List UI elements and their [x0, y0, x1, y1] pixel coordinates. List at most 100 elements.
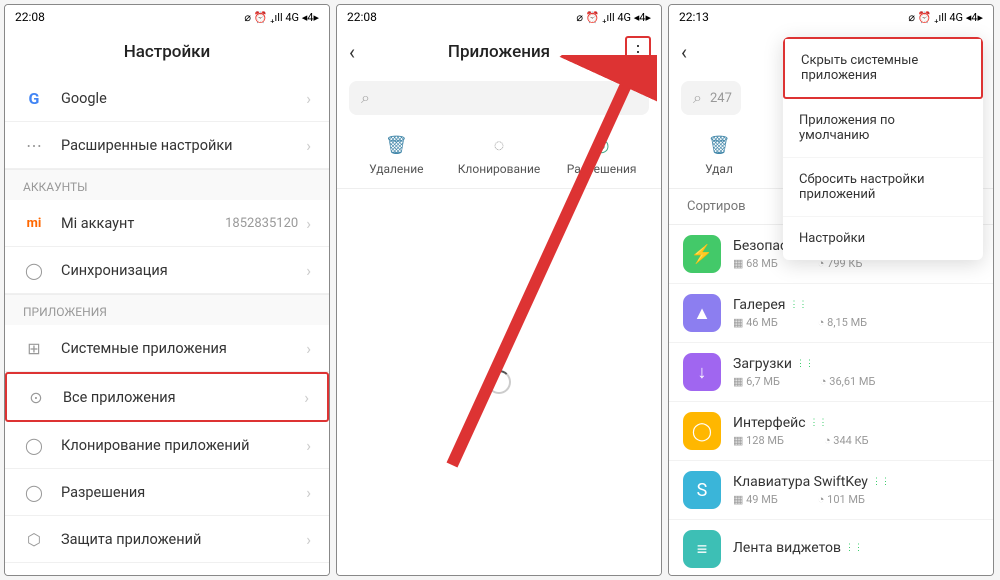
settings-item-all-apps[interactable]: ⊙ Все приложения › — [5, 372, 329, 422]
status-bar: 22:08 ⌀ ⏰ ₊ıll 4G ◂4▸ — [337, 5, 661, 29]
clock: 22:08 — [347, 10, 377, 24]
app-row[interactable]: ▲ Галерея ⋮⋮ ▦ 46 МБ ◔ 8,15 МБ — [669, 284, 993, 343]
settings-item-report[interactable]: ⊞ Отчет › — [5, 563, 329, 575]
chevron-right-icon: › — [306, 261, 311, 280]
app-row[interactable]: ↓ Загрузки ⋮⋮ ▦ 6,7 МБ ◔ 36,61 МБ — [669, 343, 993, 402]
status-bar: 22:13 ⌀ ⏰ ₊ıll 4G ◂4▸ — [669, 5, 993, 29]
chevron-right-icon: › — [306, 483, 311, 502]
settings-item-sync[interactable]: ◯ Синхронизация › — [5, 247, 329, 294]
menu-settings[interactable]: Настройки — [783, 217, 983, 260]
app-meta: ▦ 128 МБ ◔ 344 КБ — [733, 434, 979, 447]
permissions-icon: ◎ — [594, 135, 610, 156]
apps-screen: 22:08 ⌀ ⏰ ₊ıll 4G ◂4▸ ‹ Приложения ⋮ ⌕ 🗑… — [336, 4, 662, 576]
settings-item-mi-account[interactable]: mi Mi аккаунт 1852835120 › — [5, 200, 329, 247]
mi-icon: mi — [23, 212, 45, 234]
app-icon: ⚡ — [683, 235, 721, 273]
action-label: Клонирование — [458, 162, 541, 176]
item-label: Все приложения — [63, 389, 304, 406]
permissions-icon: ◯ — [23, 481, 45, 503]
back-button[interactable]: ‹ — [681, 40, 687, 64]
action-label: Удаление — [369, 162, 423, 176]
search-icon: ⌕ — [693, 88, 702, 108]
chevron-right-icon: › — [306, 436, 311, 455]
trash-icon: 🗑 — [708, 135, 731, 156]
action-clone[interactable]: ◌ Клонирование — [454, 135, 544, 176]
back-button[interactable]: ‹ — [349, 40, 355, 64]
app-name: Лента виджетов ⋮⋮ — [733, 540, 979, 556]
action-permissions[interactable]: ◎ Разрешения — [557, 135, 647, 176]
more-button[interactable]: ⋮ — [625, 36, 651, 68]
action-label: Удал — [705, 162, 733, 176]
clock: 22:08 — [15, 10, 45, 24]
app-info: Галерея ⋮⋮ ▦ 46 МБ ◔ 8,15 МБ — [733, 297, 979, 329]
clone-icon: ◌ — [494, 135, 505, 156]
status-icons: ⌀ ⏰ ₊ıll 4G ◂4▸ — [244, 11, 319, 24]
item-value: 1852835120 — [225, 216, 298, 231]
app-row[interactable]: ≡ Лента виджетов ⋮⋮ — [669, 520, 993, 575]
app-name: Интерфейс ⋮⋮ — [733, 415, 979, 431]
settings-screen: 22:08 ⌀ ⏰ ₊ıll 4G ◂4▸ Настройки G Google… — [4, 4, 330, 576]
chevron-right-icon: › — [306, 89, 311, 108]
app-row[interactable]: S Клавиатура SwiftKey ⋮⋮ ▦ 49 МБ ◔ 101 М… — [669, 461, 993, 520]
loading-area — [337, 189, 661, 575]
settings-item-permissions[interactable]: ◯ Разрешения › — [5, 469, 329, 516]
sync-icon: ◯ — [23, 259, 45, 281]
running-dot-icon: ⋮⋮ — [845, 543, 863, 553]
running-dot-icon: ⋮⋮ — [872, 477, 890, 487]
action-delete[interactable]: 🗑 Удаление — [351, 135, 441, 176]
app-meta: ▦ 49 МБ ◔ 101 МБ — [733, 493, 979, 506]
chevron-right-icon: › — [306, 214, 311, 233]
chevron-right-icon: › — [304, 388, 309, 407]
settings-item-system-apps[interactable]: ⊞ Системные приложения › — [5, 325, 329, 372]
apps-icon: ⊙ — [25, 386, 47, 408]
item-label: Расширенные настройки — [61, 137, 306, 154]
loading-spinner — [487, 370, 511, 394]
app-name: Загрузки ⋮⋮ — [733, 356, 979, 372]
app-icon: S — [683, 471, 721, 509]
action-delete[interactable]: 🗑 Удал — [689, 135, 749, 176]
menu-reset[interactable]: Сбросить настройки приложений — [783, 158, 983, 217]
section-apps: ПРИЛОЖЕНИЯ — [5, 294, 329, 325]
app-meta: ▦ 46 МБ ◔ 8,15 МБ — [733, 316, 979, 329]
google-icon: G — [23, 87, 45, 109]
app-icon: ↓ — [683, 353, 721, 391]
search-count: 247 — [710, 91, 732, 106]
app-meta: ▦ 6,7 МБ ◔ 36,61 МБ — [733, 375, 979, 388]
settings-item-advanced[interactable]: ⋯ Расширенные настройки › — [5, 122, 329, 169]
apps-list[interactable]: ⚡ Безопасность ⋮⋮ ▦ 68 МБ ◔ 799 КБ ▲ Гал… — [669, 225, 993, 575]
app-size: ▦ 49 МБ — [733, 493, 778, 506]
app-info: Клавиатура SwiftKey ⋮⋮ ▦ 49 МБ ◔ 101 МБ — [733, 474, 979, 506]
app-info: Интерфейс ⋮⋮ ▦ 128 МБ ◔ 344 КБ — [733, 415, 979, 447]
app-cache: ◔ 344 КБ — [824, 434, 869, 447]
menu-hide-system[interactable]: Скрыть системные приложения — [783, 37, 983, 99]
settings-item-app-protection[interactable]: ⬡ Защита приложений › — [5, 516, 329, 563]
app-name: Клавиатура SwiftKey ⋮⋮ — [733, 474, 979, 490]
header: ‹ Приложения ⋮ — [337, 29, 661, 75]
search-icon: ⌕ — [361, 88, 370, 108]
running-dot-icon: ⋮⋮ — [810, 418, 828, 428]
chevron-right-icon: › — [306, 339, 311, 358]
item-label: Mi аккаунт — [61, 215, 225, 232]
settings-list[interactable]: G Google › ⋯ Расширенные настройки › АКК… — [5, 75, 329, 575]
settings-item-google[interactable]: G Google › — [5, 75, 329, 122]
page-title: Приложения — [448, 42, 550, 62]
app-size: ▦ 46 МБ — [733, 316, 778, 329]
app-info: Загрузки ⋮⋮ ▦ 6,7 МБ ◔ 36,61 МБ — [733, 356, 979, 388]
item-label: Google — [61, 90, 306, 107]
status-icons: ⌀ ⏰ ₊ıll 4G ◂4▸ — [576, 11, 651, 24]
more-icon: ⋯ — [23, 134, 45, 156]
app-size: ▦ 128 МБ — [733, 434, 784, 447]
settings-item-app-clone[interactable]: ◯ Клонирование приложений › — [5, 422, 329, 469]
item-label: Системные приложения — [61, 340, 306, 357]
app-row[interactable]: ◯ Интерфейс ⋮⋮ ▦ 128 МБ ◔ 344 КБ — [669, 402, 993, 461]
search-input[interactable]: ⌕ — [349, 81, 649, 115]
overflow-menu: Скрыть системные приложения Приложения п… — [783, 37, 983, 260]
app-cache: ◔ 8,15 МБ — [818, 316, 867, 329]
clock: 22:13 — [679, 10, 709, 24]
menu-default-apps[interactable]: Приложения по умолчанию — [783, 99, 983, 158]
action-row: 🗑 Удаление ◌ Клонирование ◎ Разрешения — [337, 121, 661, 189]
app-icon: ≡ — [683, 530, 721, 568]
grid-icon: ⊞ — [23, 337, 45, 359]
search-input[interactable]: ⌕ 247 — [681, 81, 741, 115]
status-bar: 22:08 ⌀ ⏰ ₊ıll 4G ◂4▸ — [5, 5, 329, 29]
